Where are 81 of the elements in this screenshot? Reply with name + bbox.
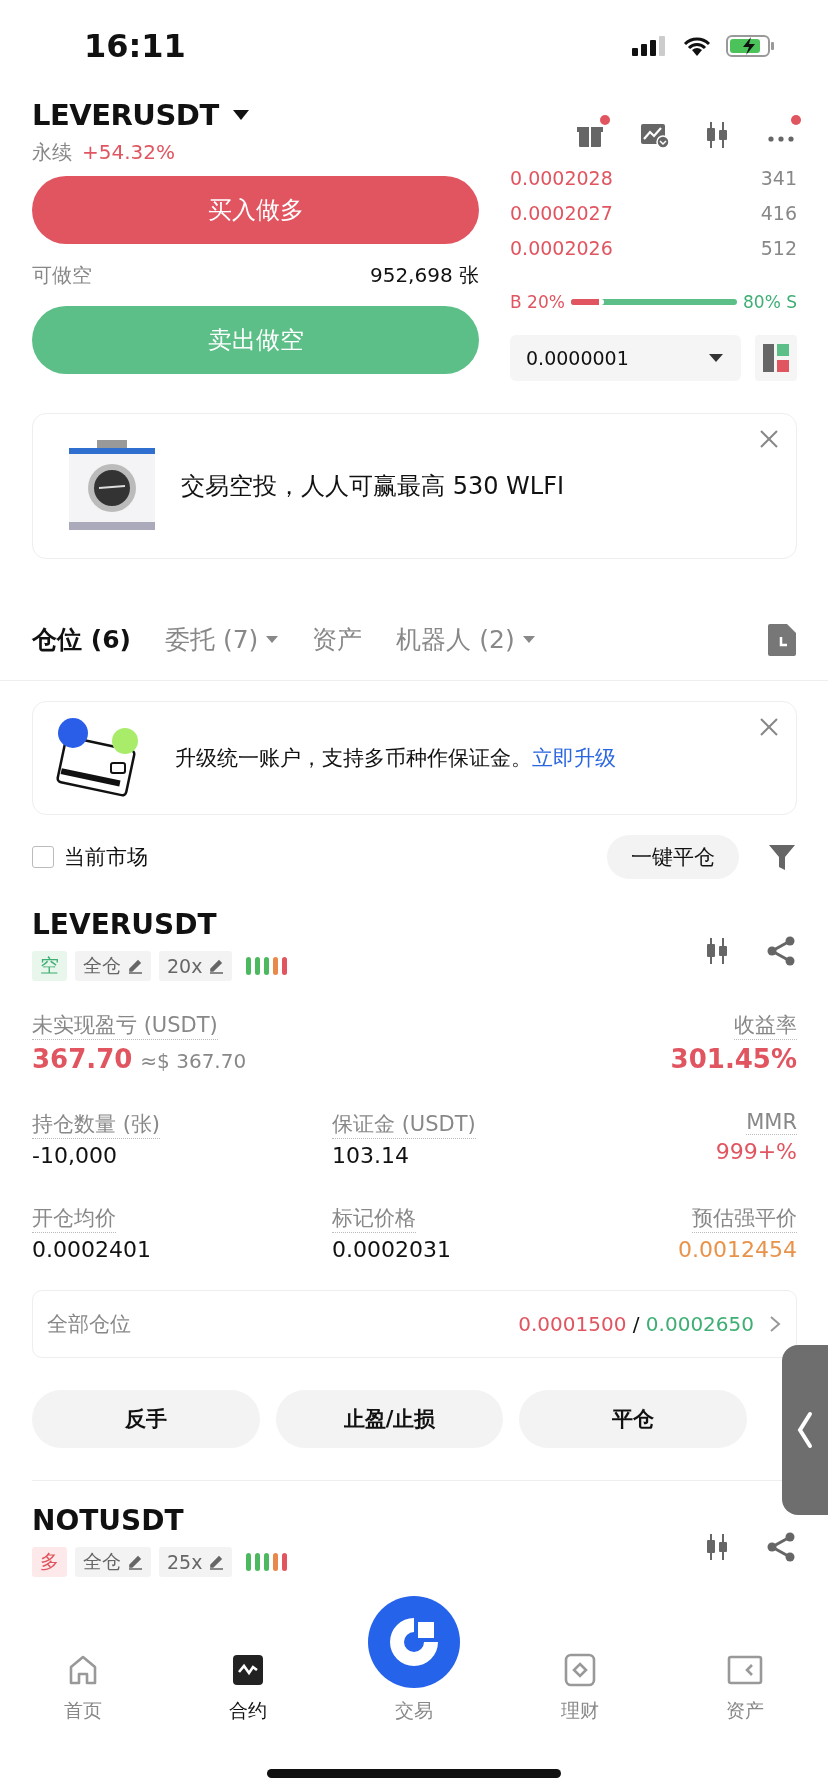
position-symbol: LEVERUSDT: [32, 907, 218, 943]
nav-item[interactable]: 交易: [331, 1578, 497, 1724]
upgrade-link[interactable]: 立即升级: [532, 746, 616, 770]
contract-type: 永续: [32, 138, 72, 166]
stat-label: 未实现盈亏 (USDT): [32, 1011, 218, 1040]
stat-label: 保证金 (USDT): [332, 1110, 476, 1139]
stat-label: 收益率: [734, 1011, 797, 1040]
ask-size: 341: [760, 166, 797, 189]
dropdown-caret-icon[interactable]: [232, 110, 249, 120]
margin-mode-tag[interactable]: 全仓: [75, 1547, 151, 1577]
nav-item[interactable]: 合约: [165, 1634, 332, 1724]
close-all-button[interactable]: 一键平仓: [607, 835, 739, 879]
nav-item[interactable]: 首页: [0, 1634, 166, 1724]
edit-icon: [208, 1554, 225, 1570]
layout-icon[interactable]: [755, 335, 797, 381]
side-tag: 空: [32, 951, 67, 981]
tab[interactable]: 仓位 (6): [32, 623, 131, 656]
dropdown-caret-icon: [709, 354, 723, 362]
stat-label: 开仓均价: [32, 1204, 116, 1233]
buy-ratio-label: B 20%: [510, 292, 565, 312]
edit-icon: [127, 958, 143, 974]
dropdown-caret-icon: [522, 636, 535, 643]
promo-text: 交易空投，人人可赢最高 530 WLFI: [181, 471, 565, 502]
signal-icon: [632, 34, 668, 58]
position-action-button[interactable]: 止盈/止损: [275, 1390, 504, 1448]
stat-label: MMR: [746, 1110, 797, 1135]
battery-charging-icon: [726, 34, 776, 58]
dropdown-caret-icon: [266, 636, 279, 643]
checkbox[interactable]: [32, 846, 54, 868]
ask-price: 0.0002028: [510, 166, 613, 189]
available-value: 952,698 张: [369, 261, 479, 289]
current-market-label: 当前市场: [64, 844, 149, 871]
precision-select[interactable]: 0.0000001: [510, 335, 741, 381]
stat-value: 0.0002031: [332, 1237, 452, 1262]
available-label: 可做空: [32, 261, 92, 289]
symbol-title[interactable]: LEVERUSDT: [32, 98, 219, 132]
stat-label: 持仓数量 (张): [32, 1110, 161, 1139]
side-tag: 多: [32, 1547, 67, 1577]
stat-value: 0.0012454: [678, 1237, 797, 1262]
wifi-icon: [682, 35, 712, 57]
tab[interactable]: 机器人 (2): [396, 623, 535, 656]
roe-value: 301.45%: [670, 1044, 797, 1074]
tp-sl-row[interactable]: 全部仓位 0.0001500 / 0.0002650: [32, 1290, 797, 1358]
close-icon[interactable]: [758, 428, 780, 450]
margin-mode-tag[interactable]: 全仓: [75, 951, 151, 981]
promo-card[interactable]: 交易空投，人人可赢最高 530 WLFI: [32, 413, 797, 559]
price-change: +54.32%: [82, 140, 176, 164]
pnl-value: 367.70: [32, 1044, 133, 1074]
stat-value: 0.0002401: [32, 1237, 152, 1262]
stat-value: 999+%: [715, 1139, 797, 1164]
close-icon[interactable]: [758, 716, 780, 738]
filter-icon[interactable]: [767, 842, 797, 872]
ask-price: 0.0002027: [510, 201, 613, 224]
stat-label: 预估强平价: [692, 1204, 797, 1233]
edit-icon: [208, 958, 225, 974]
share-icon[interactable]: [765, 935, 797, 967]
tab[interactable]: 资产: [312, 623, 363, 656]
sell-ratio-label: 80% S: [743, 292, 797, 312]
stat-value: -10,000: [32, 1143, 118, 1168]
ask-size: 512: [760, 236, 797, 259]
edit-icon: [127, 1554, 143, 1570]
status-time: 16:11: [84, 27, 186, 65]
position-symbol: NOTUSDT: [32, 1503, 185, 1539]
position-action-button[interactable]: 平仓: [519, 1390, 747, 1448]
side-panel-handle[interactable]: [782, 1345, 828, 1515]
stat-label: 标记价格: [332, 1204, 416, 1233]
buy-long-button[interactable]: 买入做多: [32, 176, 479, 244]
history-icon[interactable]: [767, 622, 797, 657]
leverage-tag[interactable]: 20x: [159, 951, 233, 981]
ask-price: 0.0002026: [510, 236, 613, 259]
nav-item[interactable]: 资产: [662, 1634, 828, 1724]
nav-item[interactable]: 理财: [496, 1634, 663, 1724]
notice-text: 升级统一账户，支持多币种作保证金。立即升级: [175, 745, 616, 772]
leverage-tag[interactable]: 25x: [159, 1547, 233, 1577]
share-icon[interactable]: [765, 1531, 797, 1563]
stat-value: 103.14: [332, 1143, 410, 1168]
position-action-button[interactable]: 反手: [32, 1390, 260, 1448]
tab[interactable]: 委托 (7): [164, 623, 279, 656]
pnl-approx: ≈$ 367.70: [140, 1049, 247, 1073]
chevron-right-icon: [768, 1314, 782, 1334]
ask-size: 416: [760, 201, 797, 224]
